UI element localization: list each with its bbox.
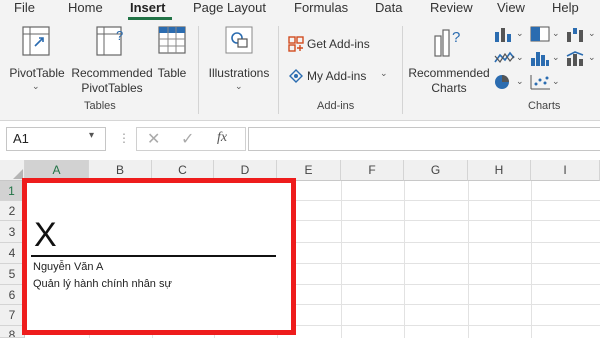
chevron-down-icon: ⌄ (516, 76, 524, 86)
illustrations-label: Illustrations (208, 66, 270, 80)
chevron-down-icon: ⌄ (552, 52, 560, 62)
name-box-value: A1 (13, 131, 29, 146)
ribbon-separator (198, 26, 199, 114)
pie-chart-button[interactable]: ⌄ (494, 74, 524, 92)
highlight-box (22, 178, 296, 335)
ribbon-separator (402, 26, 403, 114)
pivot-table-button[interactable]: PivotTable ⌄ (4, 24, 68, 94)
gridline (468, 181, 469, 338)
get-addins-label: Get Add-ins (307, 37, 370, 51)
illustrations-icon (225, 26, 253, 54)
addins-group-label: Add-ins (317, 100, 355, 112)
svg-text:?: ? (452, 29, 460, 46)
tab-formulas[interactable]: Formulas (294, 0, 348, 15)
svg-text:?: ? (116, 28, 123, 43)
table-label: Table (157, 66, 187, 80)
column-header-h[interactable]: H (468, 160, 531, 181)
insert-function-icon[interactable]: fx (217, 130, 227, 146)
line-chart-button[interactable]: ⌄ (494, 50, 524, 68)
recommended-pivottables-label-1: Recommended (71, 66, 153, 80)
column-header-i[interactable]: I (531, 160, 600, 181)
gridline (531, 181, 532, 338)
chevron-down-icon: ▾ (89, 130, 95, 141)
combo-chart-icon (566, 51, 584, 66)
recommended-charts-label-1: Recommended (408, 66, 490, 80)
formula-bar: A1 ▾ ⋮ ✕ ✓ fx (0, 121, 600, 157)
pie-chart-icon (495, 75, 509, 89)
pivot-table-label: PivotTable (9, 66, 65, 80)
tab-help[interactable]: Help (552, 0, 579, 15)
recommended-pivottables-icon: ? (96, 26, 123, 56)
menu-bar: File Home Insert Page Layout Formulas Da… (0, 0, 600, 20)
recommended-charts-button[interactable]: ? Recommended Charts (407, 24, 491, 96)
get-addins-button[interactable]: Get Add-ins (286, 34, 396, 54)
hierarchy-chart-icon (530, 26, 550, 42)
statistic-chart-button[interactable]: ⌄ (530, 50, 560, 68)
chevron-down-icon: ⌄ (552, 28, 560, 38)
formula-buttons: ✕ ✓ fx (136, 127, 246, 151)
scatter-chart-icon (530, 75, 550, 90)
tables-group-label: Tables (84, 100, 116, 112)
chevron-down-icon: ⌄ (380, 68, 388, 78)
recommended-charts-label-2: Charts (431, 81, 467, 95)
table-icon (158, 26, 186, 54)
chevron-down-icon: ⌄ (552, 76, 560, 86)
recommended-pivottables-button[interactable]: ? Recommended PivotTables (70, 24, 154, 96)
formula-input[interactable] (248, 127, 600, 151)
tab-insert[interactable]: Insert (130, 0, 165, 15)
store-icon (288, 36, 304, 52)
column-header-g[interactable]: G (404, 160, 468, 181)
tab-data[interactable]: Data (375, 0, 402, 15)
tab-home[interactable]: Home (68, 0, 103, 15)
enter-icon[interactable]: ✓ (181, 129, 194, 149)
my-addins-icon (289, 69, 303, 83)
chevron-down-icon: ⌄ (516, 52, 524, 62)
waterfall-chart-button[interactable]: ⌄ (566, 26, 596, 44)
tab-review[interactable]: Review (430, 0, 473, 15)
pivot-table-icon (22, 26, 50, 56)
illustrations-button[interactable]: Illustrations ⌄ (205, 24, 273, 94)
tab-page-layout[interactable]: Page Layout (193, 0, 266, 15)
chevron-down-icon: ⌄ (32, 81, 40, 91)
combo-chart-button[interactable]: ⌄ (566, 50, 596, 68)
chevron-down-icon: ⌄ (235, 81, 243, 91)
recommended-pivottables-label-2: PivotTables (81, 81, 143, 95)
my-addins-button[interactable]: My Add-ins ⌄ (286, 66, 396, 86)
tab-view[interactable]: View (497, 0, 525, 15)
ribbon: PivotTable ⌄ ? Recommended PivotTables T… (0, 20, 600, 121)
ribbon-separator (278, 26, 279, 114)
scatter-chart-button[interactable]: ⌄ (530, 74, 560, 92)
my-addins-label: My Add-ins (307, 69, 367, 83)
formula-bar-grip-icon: ⋮ (118, 131, 130, 145)
column-header-f[interactable]: F (341, 160, 404, 181)
column-chart-button[interactable]: ⌄ (494, 26, 524, 44)
charts-group-label: Charts (528, 100, 561, 112)
recommended-charts-icon: ? (434, 29, 460, 57)
chevron-down-icon: ⌄ (588, 28, 596, 38)
column-chart-icon (495, 28, 511, 42)
line-chart-icon (494, 51, 515, 64)
statistic-chart-icon (531, 52, 549, 66)
table-button[interactable]: Table (152, 24, 192, 94)
chevron-down-icon: ⌄ (516, 28, 524, 38)
chevron-down-icon: ⌄ (588, 52, 596, 62)
hierarchy-chart-button[interactable]: ⌄ (530, 26, 560, 44)
gridline (404, 181, 405, 338)
name-box[interactable]: A1 ▾ (6, 127, 106, 151)
cancel-icon[interactable]: ✕ (147, 129, 160, 149)
tab-file[interactable]: File (14, 0, 35, 15)
waterfall-chart-icon (567, 28, 583, 42)
gridline (341, 181, 342, 338)
